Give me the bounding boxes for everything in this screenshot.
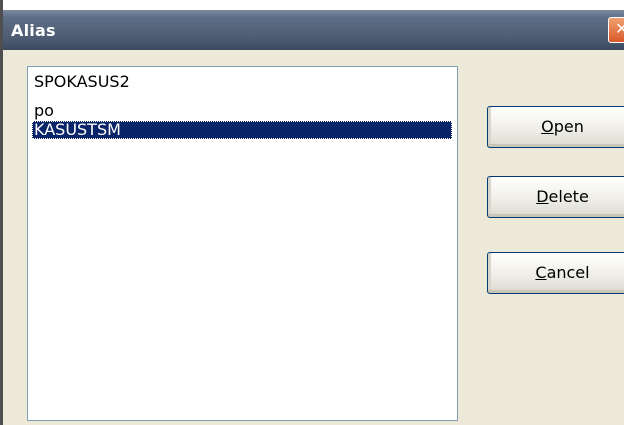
list-item-selected[interactable]: KASUSTSM: [32, 121, 452, 139]
delete-button-label: Delete: [536, 177, 589, 217]
window-title: Alias: [11, 21, 56, 40]
close-button[interactable]: ✕: [608, 17, 624, 43]
open-accelerator: O: [541, 117, 554, 136]
cancel-label-rest: ancel: [546, 263, 590, 282]
title-bar-background: [3, 10, 624, 50]
alias-dialog: Alias ✕ SPOKASUS2 po KASUSTSM Open Delet…: [0, 0, 624, 425]
delete-accelerator: D: [536, 187, 549, 206]
alias-listbox[interactable]: SPOKASUS2 po KASUSTSM: [27, 66, 458, 421]
cancel-accelerator: C: [535, 263, 547, 282]
delete-label-rest: elete: [548, 187, 589, 206]
open-button[interactable]: Open: [487, 106, 624, 148]
open-button-label: Open: [541, 107, 584, 147]
list-item[interactable]: po: [34, 102, 54, 120]
close-icon: ✕: [615, 19, 624, 38]
cancel-button[interactable]: Cancel: [487, 252, 624, 294]
list-item[interactable]: SPOKASUS2: [34, 73, 130, 91]
title-bar: Alias ✕: [3, 0, 624, 50]
open-label-rest: pen: [553, 117, 584, 136]
delete-button[interactable]: Delete: [487, 176, 624, 218]
cancel-button-label: Cancel: [535, 253, 589, 293]
